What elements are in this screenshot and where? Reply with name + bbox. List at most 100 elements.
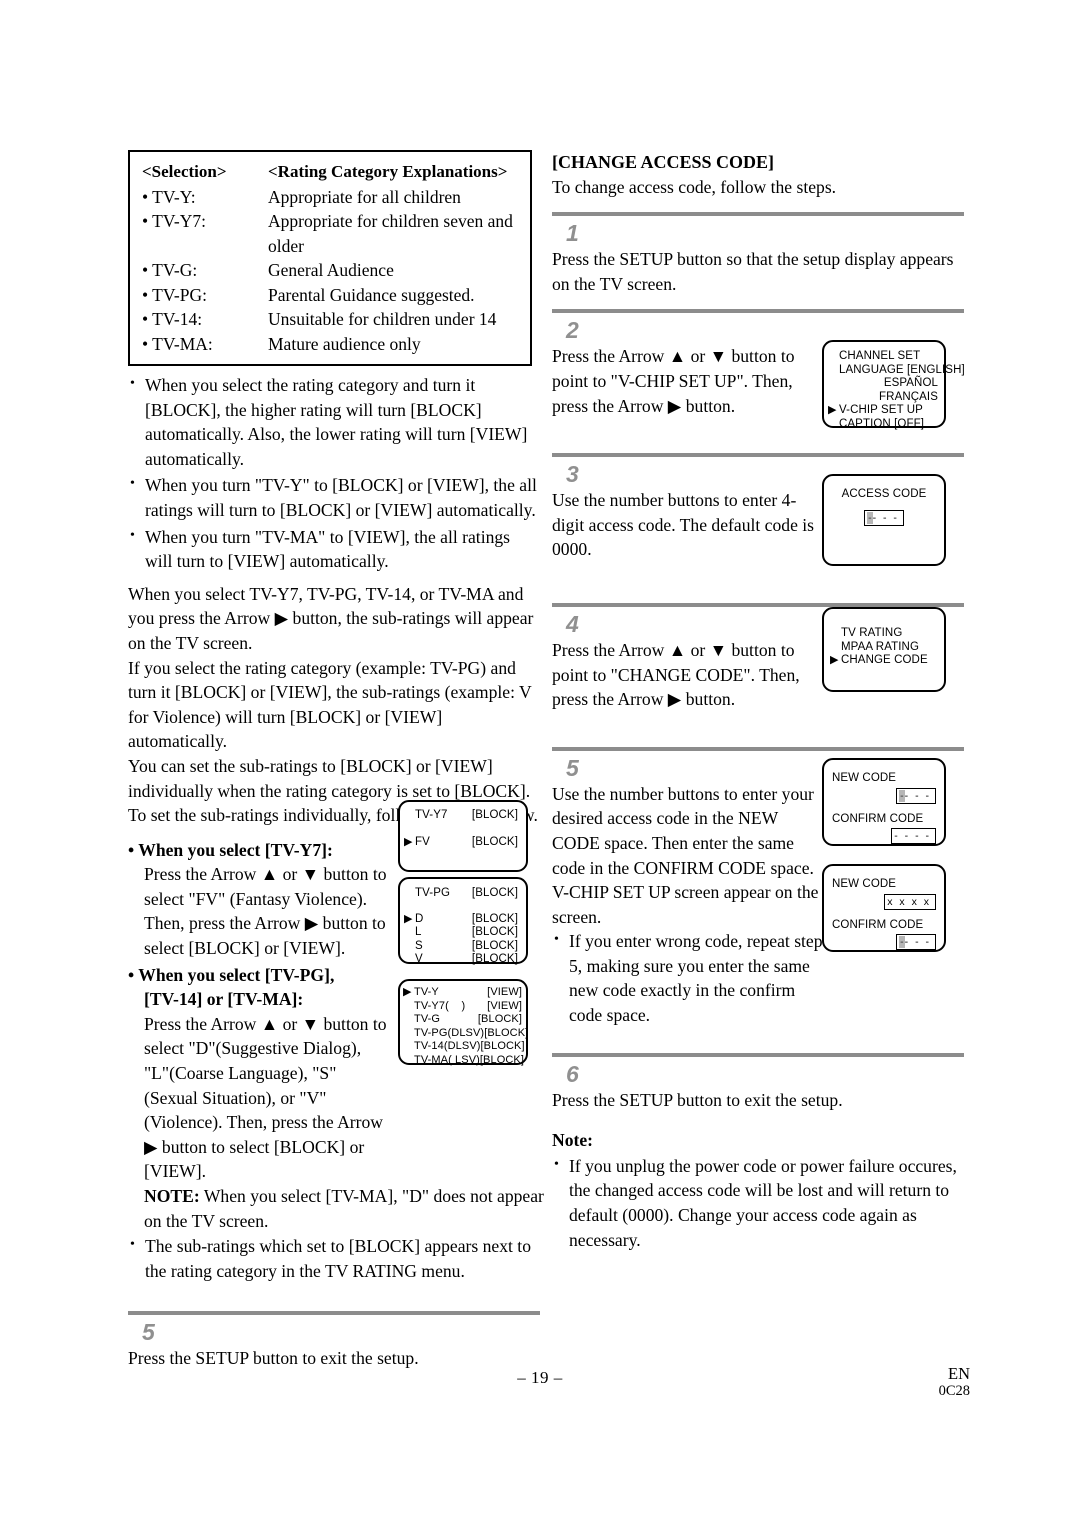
tv-row: V [BLOCK] <box>404 953 518 967</box>
confirm-code-input[interactable]: - - - - <box>891 828 936 844</box>
confirm-code-input[interactable]: -- - - <box>896 934 936 950</box>
tv-row: TV-Y7 ( ) [VIEW] <box>403 1000 522 1014</box>
step-6: 6 Press the SETUP button to exit the set… <box>552 1052 964 1113</box>
access-code-field-wrap: -- - - <box>830 509 938 526</box>
table-row: • TV-Y7: Appropriate for children seven … <box>142 209 520 234</box>
tv-row-subratings: (DLSV) <box>443 1040 481 1052</box>
tv-row-value: [BLOCK] <box>477 1013 522 1025</box>
step-divider <box>552 746 964 751</box>
cell-explanation-continued: older <box>268 235 304 256</box>
tv-row-label: TV-Y <box>414 986 439 998</box>
cell-selection: • TV-PG: <box>142 284 207 305</box>
tv-row-label: CHANGE CODE <box>841 654 928 666</box>
tv-row: ▶ FV [BLOCK] <box>404 836 518 850</box>
footer-document-code: 0C28 <box>938 1383 970 1399</box>
note-list: If you unplug the power code or power fa… <box>552 1153 964 1252</box>
confirm-code-label: CONFIRM CODE <box>832 918 924 931</box>
new-code-field-wrap: x x x x <box>832 893 936 910</box>
cursor-arrow-icon: ▶ <box>404 835 413 848</box>
tv-row-value: [BLOCK] <box>471 926 518 938</box>
tv-row-label: TV RATING <box>841 627 903 639</box>
cursor-arrow-icon <box>404 887 415 901</box>
tvy7-instructions: Press the Arrow ▲ or ▼ button to select … <box>144 864 387 959</box>
list-item: If you enter wrong code, repeat step 5, … <box>552 928 824 1027</box>
step-divider <box>552 309 964 314</box>
cursor-arrow-icon <box>828 350 839 364</box>
step-text: Use the number buttons to enter 4-digit … <box>552 490 815 560</box>
tv-screen-tvy7-subratings: TV-Y7 [BLOCK] ▶ FV [BLOCK] <box>398 800 528 872</box>
tv-row-value: [BLOCK] <box>480 1040 525 1052</box>
tv-row-value: [BLOCK] <box>484 1026 529 1039</box>
tv-row: S [BLOCK] <box>404 940 518 954</box>
tv-row: FRANÇAIS <box>828 391 938 405</box>
cursor-arrow-icon <box>403 1040 414 1054</box>
tvpg-instructions: Press the Arrow ▲ or ▼ button to select … <box>144 1013 387 1182</box>
cell-selection: • TV-14: <box>142 309 203 329</box>
tv-row-label: V-CHIP SET UP <box>839 404 923 416</box>
step-divider <box>552 453 964 458</box>
cell-selection: • TV-Y: <box>142 186 196 207</box>
cell-selection: • TV-G: <box>142 260 198 280</box>
cursor-arrow-icon <box>830 641 841 655</box>
tv-row-label: LANGUAGE [ENGLISH] <box>839 363 965 376</box>
step-number: 5 <box>142 1319 155 1346</box>
cell-explanation: Unsuitable for children under 14 <box>268 309 497 329</box>
new-code-label: NEW CODE <box>832 878 897 890</box>
section-intro: To change access code, follow the steps. <box>552 176 837 197</box>
table-row: • TV-14: Unsuitable for children under 1… <box>142 307 520 332</box>
tv-row-value: [VIEW] <box>487 986 522 998</box>
cell-explanation: Appropriate for all children <box>268 186 461 207</box>
new-code-field-wrap: -- - - <box>832 787 936 804</box>
list-item: If you unplug the power code or power fa… <box>552 1153 964 1252</box>
note-label: Note: <box>552 1130 594 1151</box>
cursor-arrow-icon <box>404 953 415 967</box>
cursor-arrow-icon: ▶ <box>404 912 413 925</box>
step-text: Press the SETUP button so that the setup… <box>552 249 954 294</box>
tv-screen-confirm-code-entry: NEW CODE x x x x CONFIRM CODE -- - - <box>822 864 946 952</box>
confirm-code-field-wrap: - - - - <box>832 828 936 844</box>
step-number: 6 <box>566 1060 579 1087</box>
tv-row: TV-PG [BLOCK] <box>404 887 518 901</box>
tv-row-label: FV <box>415 835 430 848</box>
tv-row-value: [BLOCK] <box>471 912 518 925</box>
tv-row-value: [BLOCK] <box>471 809 518 821</box>
code-remaining: - - - <box>872 511 899 524</box>
right-column: [CHANGE ACCESS CODE] To change access co… <box>552 150 964 1254</box>
tv-screen-tvpg-subratings: TV-PG [BLOCK] ▶ D [BLOCK] L [BLOCK] S [B… <box>398 877 528 967</box>
cursor-arrow-icon <box>403 1013 414 1027</box>
tv-row: ▶ D [BLOCK] <box>404 913 518 927</box>
access-code-input[interactable]: -- - - <box>864 509 904 526</box>
step-1: 1 Press the SETUP button so that the set… <box>552 212 964 296</box>
step-number: 1 <box>566 220 579 247</box>
access-code-title: ACCESS CODE <box>841 488 927 500</box>
cursor-arrow-icon <box>830 627 841 641</box>
tv-row-subratings: ( ) <box>445 999 466 1012</box>
cursor-arrow-icon <box>403 1000 414 1014</box>
tv-row: TV-G [BLOCK] <box>403 1013 522 1027</box>
tv-screen-access-code: ACCESS CODE -- - - <box>822 474 946 566</box>
tv-row-label: TV-MA <box>414 1053 449 1066</box>
cursor-arrow-icon <box>828 418 839 432</box>
tv-screen-vchip-menu: TV RATING MPAA RATING ▶ CHANGE CODE <box>822 607 946 692</box>
cell-explanation: General Audience <box>268 260 394 280</box>
cursor-arrow-icon <box>403 1027 414 1041</box>
new-code-label: NEW CODE <box>832 772 897 784</box>
tv-row: TV-14 (DLSV) [BLOCK] <box>403 1040 525 1054</box>
tv-row-label: MPAA RATING <box>841 640 919 653</box>
cursor-arrow-icon <box>404 926 415 940</box>
cursor-arrow-icon <box>828 364 839 378</box>
tv-row-label: TV-Y7 <box>415 809 448 821</box>
tv-row-label: ESPAÑOL <box>883 377 938 389</box>
tv-row-label: TV-PG <box>414 1026 448 1039</box>
tv-row-value: [BLOCK] <box>471 939 518 952</box>
table-row: • TV-G: General Audience <box>142 258 520 283</box>
section-title: [CHANGE ACCESS CODE] <box>552 152 775 172</box>
new-code-input[interactable]: x x x x <box>884 893 936 910</box>
header-explanations: <Rating Category Explanations> <box>268 162 508 181</box>
tv-row-label: TV-G <box>414 1013 441 1025</box>
tv-row: ESPAÑOL <box>828 377 938 391</box>
tv-row: TV-MA ( LSV) [BLOCK] <box>403 1053 524 1068</box>
note-label: NOTE: <box>144 1186 200 1206</box>
tv-row-label: FRANÇAIS <box>879 390 938 403</box>
new-code-input[interactable]: -- - - <box>896 787 936 804</box>
